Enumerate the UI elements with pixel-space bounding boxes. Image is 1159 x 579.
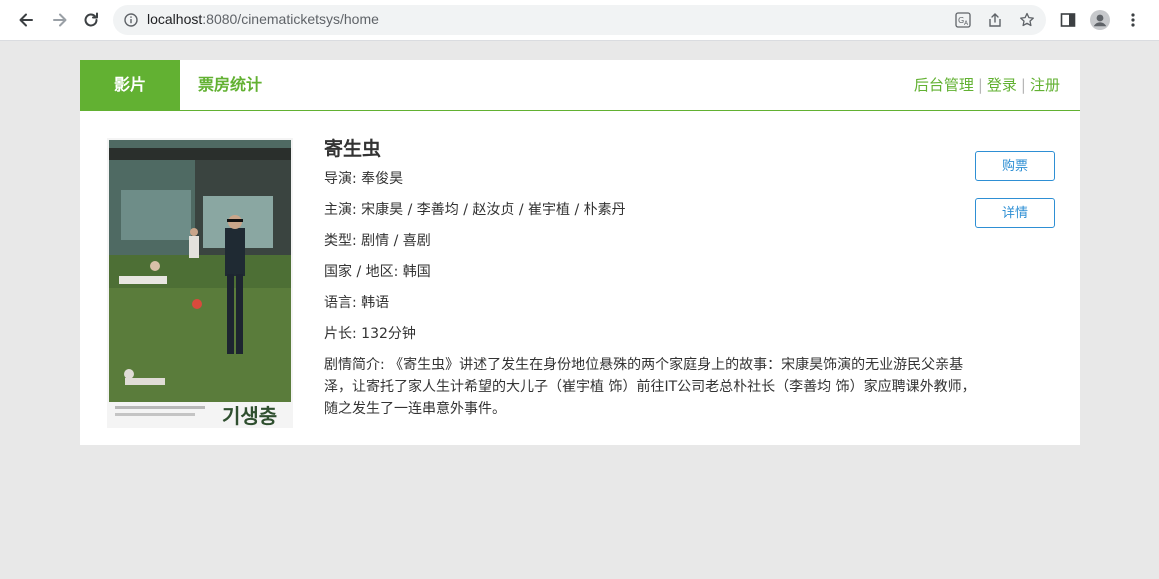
movie-poster[interactable]: 기생충 [107,138,293,428]
translate-icon[interactable]: G A [955,12,971,28]
movie-country: 国家 / 地区: 韩国 [324,264,431,280]
movie-info: 寄生虫 导演: 奉俊昊 主演: 宋康昊 / 李善均 / 赵汝贞 / 崔宇植 / … [324,135,984,420]
tab-movies[interactable]: 影片 [80,60,180,110]
more-vert-icon [1131,13,1135,27]
movie-language: 语言: 韩语 [324,295,390,311]
poster-title-text: 기생충 [222,404,277,428]
register-link[interactable]: 注册 [1030,76,1060,94]
url-path: :8080/cinematicketsys/home [202,11,379,27]
svg-text:A: A [964,20,969,27]
movie-director: 导演: 奉俊昊 [324,171,404,187]
url-host: localhost [147,11,203,27]
buy-ticket-button[interactable]: 购票 [975,151,1055,181]
movie-summary: 剧情简介: 《寄生虫》讲述了发生在身份地位悬殊的两个家庭身上的故事：宋康昊饰演的… [324,357,976,417]
movie-duration: 片长: 132分钟 [324,326,416,342]
movie-genre: 类型: 剧情 / 喜剧 [324,233,431,249]
login-link[interactable]: 登录 [987,76,1017,94]
detail-button[interactable]: 详情 [975,198,1055,228]
menu-button[interactable] [1123,10,1143,30]
info-icon[interactable] [124,13,138,27]
address-bar[interactable]: localhost:8080/cinematicketsys/home G A [113,5,1046,35]
nav-user-links: 后台管理 | 登录 | 注册 [914,60,1060,110]
bookmark-star-icon[interactable] [1019,12,1035,28]
side-panel-icon [1060,13,1076,27]
nav-separator: | [1020,76,1026,94]
admin-link[interactable]: 后台管理 [914,76,974,94]
movie-cast: 主演: 宋康昊 / 李善均 / 赵汝贞 / 崔宇植 / 朴素丹 [324,202,626,218]
movie-title[interactable]: 寄生虫 [324,135,984,164]
reload-icon [84,12,98,27]
profile-avatar-icon [1090,10,1110,30]
back-arrow-icon [19,13,33,27]
forward-button[interactable] [48,8,72,32]
movie-list: 기생충 寄生虫 导演: 奉俊昊 主演: 宋康昊 / 李善均 / 赵汝贞 / 崔宇… [80,111,1080,445]
url-text[interactable]: localhost:8080/cinematicketsys/home [147,11,379,27]
nav-separator: | [977,76,983,94]
reload-button[interactable] [79,8,103,32]
profile-button[interactable] [1090,10,1110,30]
side-panel-button[interactable] [1058,10,1078,30]
back-button[interactable] [14,8,38,32]
forward-arrow-icon [53,13,67,27]
tab-box-office[interactable]: 票房统计 [180,60,280,110]
browser-toolbar: localhost:8080/cinematicketsys/home G A [0,0,1159,41]
share-icon[interactable] [987,12,1003,28]
site-navbar: 影片 票房统计 后台管理 | 登录 | 注册 [80,60,1080,111]
